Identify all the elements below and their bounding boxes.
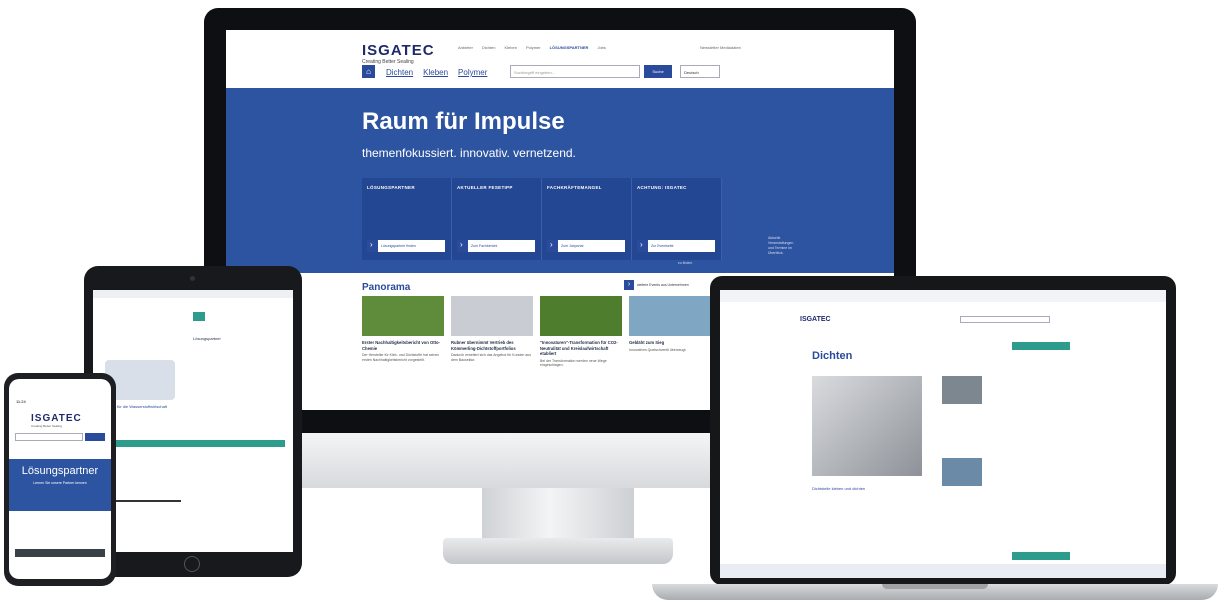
category-links: Dichten Kleben Polymer xyxy=(386,68,487,77)
phone-hero: Lösungspartner Lernen Sie unsere Partner… xyxy=(9,459,111,511)
site-header: ISGATEC Creating Better Sealing Anbieter… xyxy=(226,30,894,88)
topnav-item[interactable]: Anbieter xyxy=(458,45,473,50)
laptop-screen: ISGATEC Dichten Dichtstelle kleben und d… xyxy=(720,290,1166,578)
logo-text: ISGATEC xyxy=(362,42,435,59)
camera-icon xyxy=(190,276,195,281)
laptop-browser-bar xyxy=(720,290,1166,302)
panorama-item-title: Gebläht zum Sieg xyxy=(629,340,665,345)
panorama-item[interactable]: Gebläht zum Sieg Innovatives Quetschvent… xyxy=(629,296,711,368)
panorama-image xyxy=(451,296,533,336)
laptop-device: ISGATEC Dichten Dichtstelle kleben und d… xyxy=(710,276,1176,585)
panorama-item-title: Rubner übernimmt Vertrieb des Kömmerling… xyxy=(451,340,516,351)
smartphone-device: 11:24 ISGATEC Creating Better Sealing Lö… xyxy=(4,373,116,586)
panorama-item[interactable]: Rubner übernimmt Vertrieb des Kömmerling… xyxy=(451,296,533,368)
phone-logo-text: ISGATEC xyxy=(31,413,82,424)
hero-title: Raum für Impulse xyxy=(362,108,565,135)
laptop-thumbnail xyxy=(942,458,982,486)
monitor-stand xyxy=(482,488,634,540)
panorama-link-label: weitere Events aus Unternehmen xyxy=(637,283,689,287)
search-input[interactable]: Suchbegriff eingeben... xyxy=(510,65,640,78)
phone-hero-text: Lernen Sie unsere Partner kennen xyxy=(33,481,87,485)
panorama-item-title: Erster Nachhaltigkeitsbericht von Otto-C… xyxy=(362,340,440,351)
tablet-screen: Lösungspartner Rohre für die Wasserstoff… xyxy=(93,290,293,552)
panorama-image xyxy=(362,296,444,336)
topnav-item[interactable]: Dichten xyxy=(482,45,496,50)
card-title: AKTUELLER FESETIPP xyxy=(457,185,513,190)
phone-bottom-bar[interactable] xyxy=(15,549,105,557)
chevron-right-icon: › xyxy=(624,280,634,290)
card-title: ACHTUNG: ISGATEC xyxy=(637,185,687,190)
hero-cards: LÖSUNGSPARTNER Wer hilft schnell und kom… xyxy=(362,178,793,265)
panorama-image xyxy=(540,296,622,336)
card-title: FACHKRÄFTEMANGEL xyxy=(547,185,602,190)
panorama-item-text: Innovatives Quetschventil überzeugt. xyxy=(629,347,687,352)
hero-card: AKTUELLER FESETIPP Wir empfehlen Fachart… xyxy=(452,178,612,260)
topnav-item[interactable]: Kleben xyxy=(504,45,516,50)
phone-search-input[interactable] xyxy=(15,433,83,441)
category-link-kleben[interactable]: Kleben xyxy=(423,68,448,77)
laptop-product-image xyxy=(812,376,922,476)
card-text: Aktuelle Veranstaltungen und Termine im … xyxy=(768,236,794,255)
tablet-side-title: Lösungspartner xyxy=(193,336,221,341)
home-icon[interactable]: ⌂ xyxy=(362,65,375,78)
laptop-search-input[interactable] xyxy=(960,316,1050,323)
phone-logo[interactable]: ISGATEC Creating Better Sealing xyxy=(31,413,82,428)
phone-screen: 11:24 ISGATEC Creating Better Sealing Lö… xyxy=(9,379,111,579)
top-navigation: Anbieter Dichten Kleben Polymer LÖSUNGSP… xyxy=(458,45,606,50)
card-button[interactable]: Zum Jobportal xyxy=(547,239,625,252)
os-taskbar xyxy=(720,564,1166,578)
phone-hero-title: Lösungspartner xyxy=(21,465,99,477)
laptop-logo[interactable]: ISGATEC xyxy=(800,316,831,323)
hero-banner: Raum für Impulse themenfokussiert. innov… xyxy=(226,88,894,273)
laptop-base xyxy=(652,584,1218,600)
topnav-right-links[interactable]: Newsletter Mediadaten xyxy=(700,45,741,50)
laptop-headline[interactable]: Dichtstelle kleben und dichten xyxy=(812,486,865,491)
topnav-item[interactable]: Jobs xyxy=(597,45,605,50)
tablet-green-button[interactable] xyxy=(193,312,205,321)
panorama-item[interactable]: "Innovaturen"-Transformation für CO2-Neu… xyxy=(540,296,622,368)
panorama-item-text: Bei der Transformation werden neue Wege … xyxy=(540,358,607,368)
laptop-sidebar-button[interactable] xyxy=(1012,552,1070,560)
hero-card: ACHTUNG: ISGATEC Aktuelle Veranstaltunge… xyxy=(632,178,793,260)
category-link-dichten[interactable]: Dichten xyxy=(386,68,413,77)
card-title: LÖSUNGSPARTNER xyxy=(367,185,415,190)
language-select[interactable]: Deutsch xyxy=(680,65,720,78)
panorama-list: Erster Nachhaltigkeitsbericht von Otto-C… xyxy=(362,296,711,368)
panorama-more-link[interactable]: › weitere Events aus Unternehmen xyxy=(624,280,689,290)
panorama-item[interactable]: Erster Nachhaltigkeitsbericht von Otto-C… xyxy=(362,296,444,368)
panorama-image xyxy=(629,296,711,336)
hero-subtitle: themenfokussiert. innovativ. vernetzend. xyxy=(362,146,576,160)
phone-search-button[interactable] xyxy=(85,433,105,441)
panorama-item-title: "Innovaturen"-Transformation für CO2-Neu… xyxy=(540,340,618,356)
monitor-base xyxy=(443,538,673,564)
home-button-icon[interactable] xyxy=(184,556,200,572)
category-link-polymer[interactable]: Polymer xyxy=(458,68,487,77)
hero-card: FACHKRÄFTEMANGEL Unser Jobportal hilft I… xyxy=(542,178,695,265)
card-button[interactable]: Zur Eventseite xyxy=(637,239,715,252)
panorama-item-text: Der Hersteller für Kleb- und Dichtstoffe… xyxy=(362,353,440,362)
tablet-section-bar xyxy=(105,440,285,447)
search-button[interactable]: Suche xyxy=(644,65,672,78)
hero-card: LÖSUNGSPARTNER Wer hilft schnell und kom… xyxy=(362,178,530,260)
site-logo[interactable]: ISGATEC Creating Better Sealing xyxy=(362,42,435,65)
tablet-browser-bar xyxy=(93,290,293,298)
laptop-page-title: Dichten xyxy=(812,350,853,362)
panorama-item-text: Dadurch erweitert sich das Angebot für K… xyxy=(451,353,531,362)
topnav-item[interactable]: Polymer xyxy=(526,45,541,50)
laptop-sidebar-button[interactable] xyxy=(1012,342,1070,350)
card-button[interactable]: Zum Fachbericht xyxy=(457,239,535,252)
topnav-item-active[interactable]: LÖSUNGSPARTNER xyxy=(550,45,589,50)
card-button[interactable]: Lösungspartner finden xyxy=(367,239,445,252)
phone-logo-subtitle: Creating Better Sealing xyxy=(31,424,63,428)
tablet-device: Lösungspartner Rohre für die Wasserstoff… xyxy=(84,266,302,577)
laptop-thumbnail xyxy=(942,376,982,404)
phone-clock: 11:24 xyxy=(16,399,26,404)
tablet-divider xyxy=(111,500,181,502)
device-mockup-stage: ISGATEC Creating Better Sealing Anbieter… xyxy=(0,0,1218,601)
